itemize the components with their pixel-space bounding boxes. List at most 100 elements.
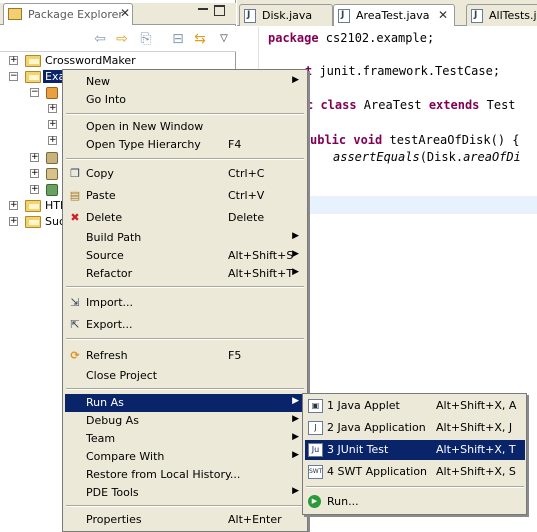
menu-item-delete[interactable]: ✖ Delete Delete [65,209,305,227]
collapse-all-icon[interactable]: ⊟ [170,31,186,47]
tree-item-label: CrosswordMaker [45,54,136,67]
menu-item-swt-application[interactable]: SWT 4 SWT Application Alt+Shift+X, S [305,462,525,482]
package-explorer-icon [8,8,22,20]
submenu-arrow-icon: ▶ [292,450,299,460]
menu-item-refresh[interactable]: ⟳ Refresh F5 [65,347,305,365]
tab-label: AreaTest.java [356,9,430,22]
forward-arrow-icon[interactable]: ⇨ [114,31,130,47]
code-line-method: ublic void testAreaOfDisk() { [310,133,520,147]
menu-item-new[interactable]: New ▶ [65,73,305,91]
expand-icon[interactable]: + [48,136,57,145]
submenu-arrow-icon: ▶ [292,267,299,277]
minimize-view-icon[interactable] [198,8,208,10]
link-editor-icon[interactable]: ⇆ [192,31,208,47]
menu-item-import[interactable]: ⇲ Import... [65,294,305,312]
expand-icon[interactable]: + [9,217,18,226]
menu-item-run[interactable]: ▶ Run... [305,492,525,512]
menu-item-compare-with[interactable]: Compare With ▶ [65,448,305,466]
menu-separator [66,286,304,288]
close-icon[interactable]: ✕ [438,8,448,22]
tab-label: AllTests.ja [489,9,537,22]
java-file-icon [338,9,350,23]
package-explorer-toolbar: ⇦ ⇨ ⎘ ⊟ ⇆ ▽ [0,26,236,52]
menu-item-go-into[interactable]: Go Into [65,91,305,109]
view-menu-icon[interactable]: ▽ [216,31,232,47]
code-line-import: t junit.framework.TestCase; [305,64,501,78]
source-folder-icon [46,87,58,99]
menu-item-junit-test[interactable]: Ju 3 JUnit Test Alt+Shift+X, T [305,440,525,460]
code-line-assert: assertEquals(Disk.areaOfDi [333,150,521,164]
menu-item-paste[interactable]: ▤ Paste Ctrl+V [65,187,305,205]
expand-icon[interactable]: + [30,153,39,162]
menu-separator [66,113,304,115]
menu-separator [306,486,524,488]
code-line-class: c class AreaTest extends Test [306,98,516,112]
paste-icon: ▤ [69,189,81,202]
submenu-arrow-icon: ▶ [292,414,299,424]
library-icon [46,184,58,196]
submenu-arrow-icon: ▶ [292,231,299,241]
menu-item-close-project[interactable]: Close Project [65,367,305,385]
run-as-submenu: ▣ 1 Java Applet Alt+Shift+X, A J 2 Java … [302,393,527,515]
library-icon [46,168,58,180]
java-file-icon [244,9,256,23]
tab-areatest-java[interactable]: AreaTest.java ✕ [333,4,455,26]
tab-package-explorer[interactable]: Package Explorer ✕ [3,3,133,25]
export-icon: ⇱ [70,318,80,331]
submenu-arrow-icon: ▶ [292,75,299,85]
menu-item-open-in-new-window[interactable]: Open in New Window [65,118,305,136]
submenu-arrow-icon: ▶ [292,396,299,406]
project-folder-icon [25,55,41,67]
menu-item-refactor[interactable]: Refactor Alt+Shift+T ▶ [65,265,305,283]
menu-separator [66,505,304,507]
tab-alltests-java[interactable]: AllTests.ja [466,4,537,26]
delete-icon: ✖ [70,211,80,224]
menu-item-copy[interactable]: ❐ Copy Ctrl+C [65,165,305,183]
menu-item-team[interactable]: Team ▶ [65,430,305,448]
submenu-arrow-icon: ▶ [292,432,299,442]
menu-item-build-path[interactable]: Build Path ▶ [65,229,305,247]
code-line-package: package cs2102.example; [268,31,435,45]
expand-icon[interactable]: + [48,120,57,129]
project-folder-icon [25,216,41,228]
menu-item-export[interactable]: ⇱ Export... [65,316,305,334]
project-folder-icon [25,200,41,212]
project-folder-icon [25,71,41,83]
java-application-icon: J [308,421,323,435]
expand-icon[interactable]: + [9,56,18,65]
copy-icon: ❐ [70,167,80,180]
editor-tabbar: Disk.java AreaTest.java ✕ AllTests.ja [237,0,537,26]
import-icon: ⇲ [70,296,80,309]
menu-item-open-type-hierarchy[interactable]: Open Type Hierarchy F4 [65,136,305,154]
menu-item-properties[interactable]: Properties Alt+Enter [65,511,305,529]
collapse-icon[interactable]: − [30,88,39,97]
menu-separator [66,158,304,160]
menu-item-run-as[interactable]: Run As ▶ [65,394,305,412]
context-menu: New ▶ Go Into Open in New Window Open Typ… [62,69,308,532]
submenu-arrow-icon: ▶ [292,249,299,259]
menu-item-java-applet[interactable]: ▣ 1 Java Applet Alt+Shift+X, A [305,396,525,416]
menu-item-source[interactable]: Source Alt+Shift+S ▶ [65,247,305,265]
expand-icon[interactable]: + [30,169,39,178]
maximize-view-icon[interactable] [214,5,225,16]
tree-item-crosswordmaker[interactable]: + CrosswordMaker [0,53,236,69]
menu-separator [66,388,304,390]
expand-icon[interactable]: + [30,185,39,194]
menu-item-debug-as[interactable]: Debug As ▶ [65,412,305,430]
tab-label: Disk.java [262,9,313,22]
expand-icon[interactable]: + [48,104,57,113]
run-icon: ▶ [308,495,321,508]
tab-disk-java[interactable]: Disk.java [239,4,333,26]
junit-icon: Ju [308,443,323,457]
close-icon[interactable]: ✕ [120,6,130,20]
menu-item-restore-local-history[interactable]: Restore from Local History... [65,466,305,484]
java-file-icon [471,9,483,23]
swt-icon: SWT [308,465,323,479]
up-icon[interactable]: ⎘ [138,31,154,47]
collapse-icon[interactable]: − [9,72,18,81]
menu-item-pde-tools[interactable]: PDE Tools ▶ [65,484,305,502]
expand-icon[interactable]: + [9,201,18,210]
back-arrow-icon[interactable]: ⇦ [92,31,108,47]
library-icon [46,152,58,164]
menu-item-java-application[interactable]: J 2 Java Application Alt+Shift+X, J [305,418,525,438]
